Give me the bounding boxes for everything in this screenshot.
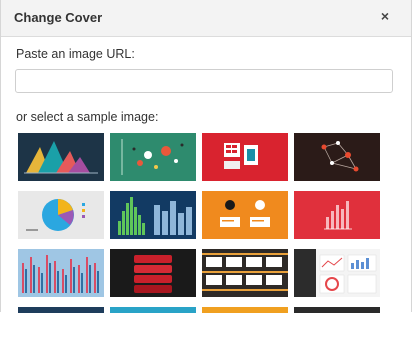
sample-image [18,307,104,313]
sample-image [202,133,288,181]
sample-image-grid [18,133,380,355]
sample-thumb-7[interactable] [202,191,288,239]
close-icon[interactable]: × [381,8,389,24]
sample-thumb-16[interactable] [294,307,380,313]
sample-thumb-8[interactable] [294,191,380,239]
sample-thumb-5[interactable] [18,191,104,239]
sample-image [202,249,288,297]
sample-image [294,249,380,297]
sample-image [110,307,196,313]
sample-thumb-3[interactable] [202,133,288,181]
change-cover-dialog: Change Cover × Paste an image URL: or se… [0,0,412,313]
sample-image [294,133,380,181]
sample-image [294,307,380,313]
sample-image [110,191,196,239]
sample-image [202,307,288,313]
sample-image [18,191,104,239]
dialog-title: Change Cover [14,10,103,25]
sample-image [294,191,380,239]
sample-image [18,249,104,297]
sample-thumb-6[interactable] [110,191,196,239]
sample-label: or select a sample image: [16,110,159,124]
sample-thumb-15[interactable] [202,307,288,313]
dialog-header: Change Cover × [1,0,411,37]
image-url-input[interactable] [15,69,393,93]
sample-thumb-13[interactable] [18,307,104,313]
sample-image [110,249,196,297]
url-label: Paste an image URL: [16,47,135,61]
sample-thumb-11[interactable] [202,249,288,297]
sample-thumb-14[interactable] [110,307,196,313]
sample-thumb-1[interactable] [18,133,104,181]
sample-image [110,133,196,181]
sample-thumb-4[interactable] [294,133,380,181]
sample-thumb-9[interactable] [18,249,104,297]
sample-image [18,133,104,181]
sample-thumb-2[interactable] [110,133,196,181]
sample-thumb-12[interactable] [294,249,380,297]
sample-image [202,191,288,239]
sample-thumb-10[interactable] [110,249,196,297]
